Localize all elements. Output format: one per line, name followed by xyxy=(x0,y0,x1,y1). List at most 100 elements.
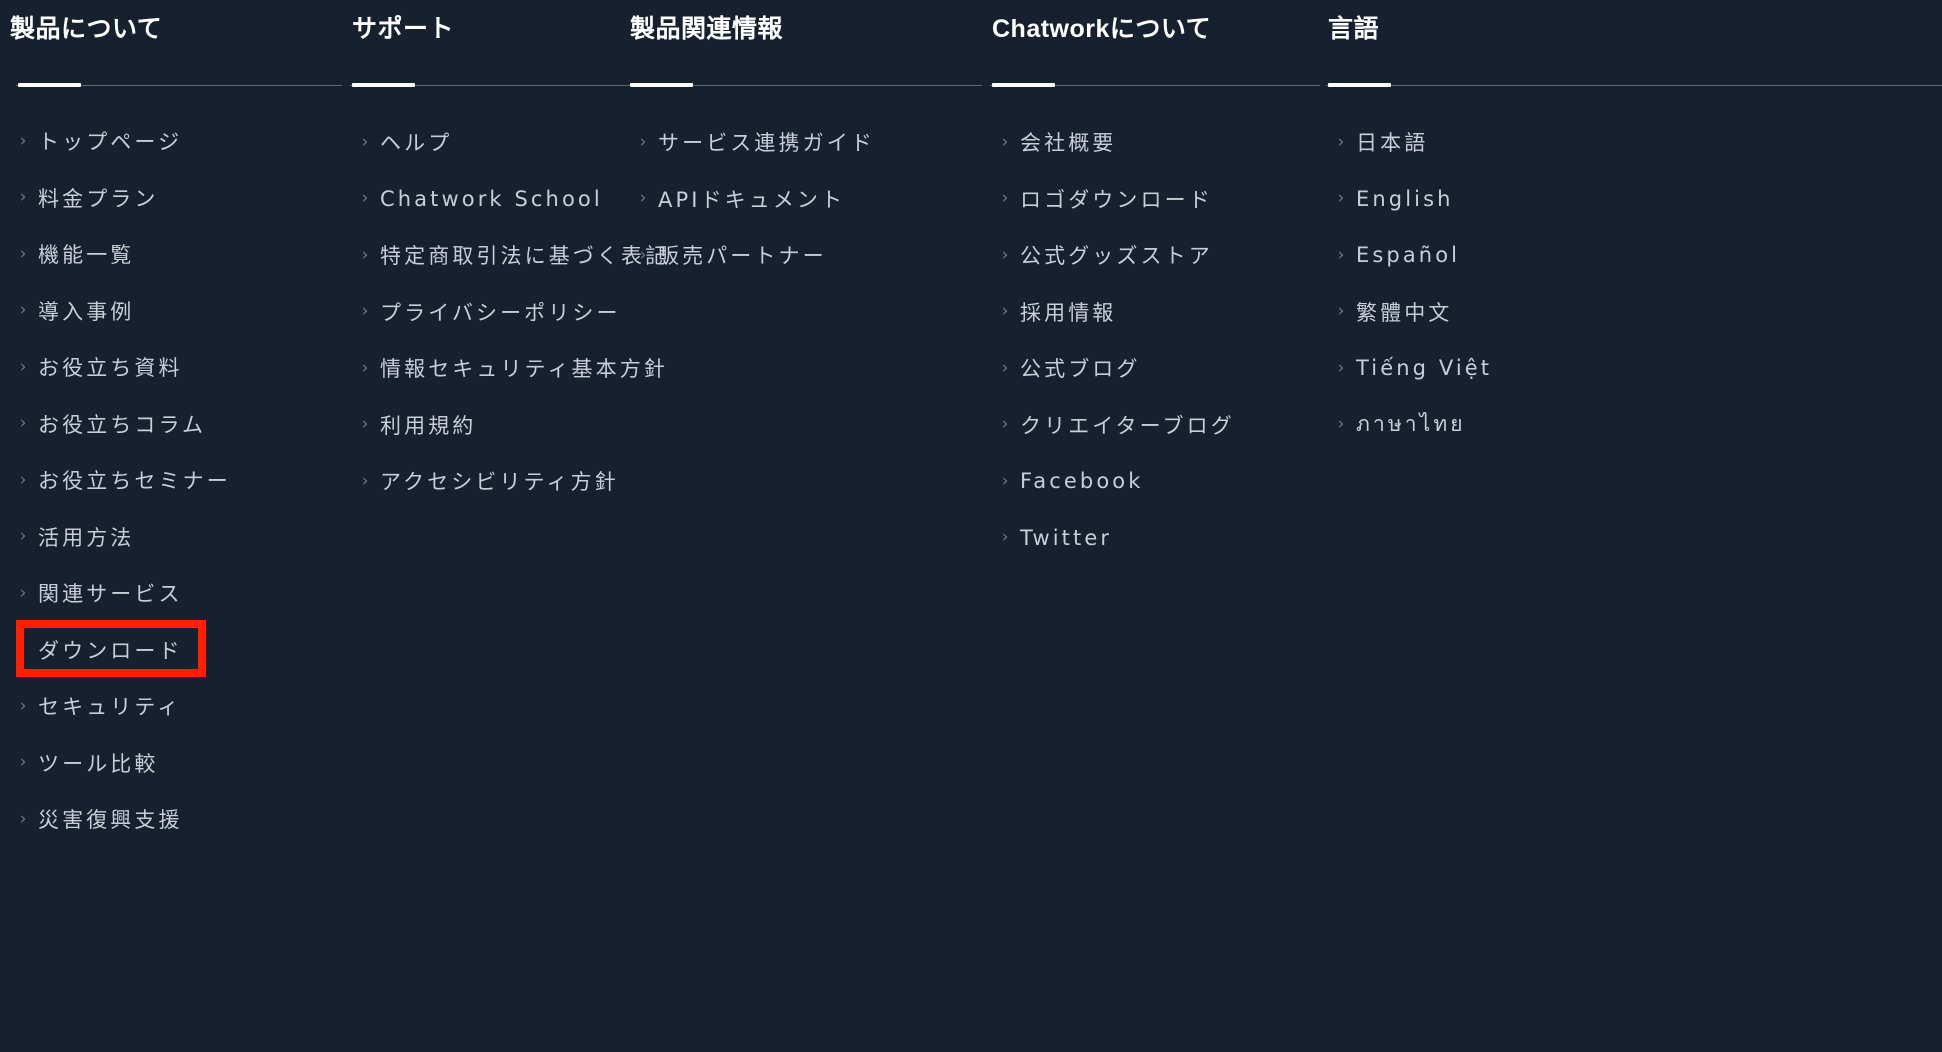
chevron-right-icon: › xyxy=(1001,188,1009,209)
chevron-right-icon: › xyxy=(1001,244,1009,265)
nav-column-4: 言語 › 日本語 › English › Español › 繁體中文 › Tiếng Việt › ภ… xyxy=(1318,0,1942,1052)
nav-link-label: English xyxy=(1356,186,1454,211)
nav-link-item[interactable]: › 関連サービス xyxy=(8,565,340,622)
nav-column-title: 製品について xyxy=(10,15,163,43)
nav-link-label: セキュリティ xyxy=(38,695,182,720)
chevron-right-icon: › xyxy=(19,243,27,264)
nav-link-item[interactable]: › ロゴダウンロード xyxy=(990,171,1318,228)
nav-link-item[interactable]: › お役立ち資料 xyxy=(8,339,340,396)
nav-link-label: 日本語 xyxy=(1356,131,1429,156)
nav-link-item[interactable]: › 特定商取引法に基づく表記 xyxy=(350,227,667,284)
nav-column-2: 製品関連情報 › サービス連携ガイド › APIドキュメント › 販売パートナー xyxy=(628,0,982,1052)
nav-column-header: 言語 xyxy=(1326,14,1942,87)
nav-link-item[interactable]: › Chatwork School xyxy=(350,171,628,228)
nav-link-item[interactable]: ›ダウンロード xyxy=(8,619,340,679)
nav-link-label: 情報セキュリティ基本方針 xyxy=(380,357,668,382)
nav-column-title: サポート xyxy=(352,15,455,43)
nav-link-label: 利用規約 xyxy=(380,413,477,438)
nav-link-list: › ヘルプ › Chatwork School › 特定商取引法に基づく表記 › プライバシー… xyxy=(350,114,667,510)
nav-column-header: Chatworkについて xyxy=(990,14,1320,87)
nav-link-item[interactable]: › Twitter xyxy=(990,510,1318,567)
nav-link-label: Español xyxy=(1356,243,1461,268)
nav-link-item[interactable]: › アクセシビリティ方針 xyxy=(350,453,628,510)
nav-link-item[interactable]: › 料金プラン xyxy=(8,170,340,227)
column-accent-underline xyxy=(630,83,693,87)
nav-link-item[interactable]: › 活用方法 xyxy=(8,509,340,566)
nav-column-title: 製品関連情報 xyxy=(630,15,784,43)
chevron-right-icon: › xyxy=(1337,244,1345,265)
nav-link-list: › 日本語 › English › Español › 繁體中文 › Tiếng Việt › ภาษ… xyxy=(1326,114,1748,453)
nav-link-item[interactable]: › 災害復興支援 xyxy=(8,791,340,848)
nav-link-label: 繁體中文 xyxy=(1356,300,1453,325)
chevron-right-icon: › xyxy=(639,244,647,265)
nav-link-label: 料金プラン xyxy=(38,186,159,211)
chevron-right-icon: › xyxy=(1001,357,1009,378)
nav-link-label: アクセシビリティ方針 xyxy=(380,470,619,495)
chevron-right-icon: › xyxy=(19,187,27,208)
nav-link-item[interactable]: › 機能一覧 xyxy=(8,226,340,283)
nav-link-label: Facebook xyxy=(1020,469,1144,494)
nav-link-item[interactable]: › 採用情報 xyxy=(990,284,1318,341)
chevron-right-icon: › xyxy=(19,808,27,829)
nav-link-item[interactable]: › 導入事例 xyxy=(8,283,340,340)
nav-link-list: › 会社概要 › ロゴダウンロード › 公式グッズストア › 採用情報 › 公式ブログ › クリエイタ… xyxy=(990,114,1318,566)
nav-column-1: サポート › ヘルプ › Chatwork School › 特定商取引法に基づく表記 › プラ… xyxy=(340,0,667,1052)
nav-link-item[interactable]: › 情報セキュリティ基本方針 xyxy=(350,340,665,397)
nav-link-label: ツール比較 xyxy=(38,751,159,776)
nav-link-item[interactable]: › セキュリティ xyxy=(8,678,340,735)
nav-link-label: 販売パートナー xyxy=(658,244,827,269)
chevron-right-icon: › xyxy=(1337,131,1345,152)
chevron-right-icon: › xyxy=(19,300,27,321)
nav-link-label: 会社概要 xyxy=(1020,131,1117,156)
column-accent-underline xyxy=(352,83,415,87)
nav-link-item[interactable]: › Español xyxy=(1326,227,1748,284)
nav-link-label: お役立ち資料 xyxy=(38,356,183,381)
chevron-right-icon: › xyxy=(1337,414,1345,435)
nav-link-item[interactable]: › お役立ちセミナー xyxy=(8,452,340,509)
nav-link-item[interactable]: › English xyxy=(1326,171,1748,228)
nav-link-label: ภาษาไทย xyxy=(1356,412,1466,437)
nav-link-label: 災害復興支援 xyxy=(38,808,183,833)
nav-column-title: 言語 xyxy=(1328,15,1380,43)
nav-link-item[interactable]: › ツール比較 xyxy=(8,735,340,792)
chevron-right-icon: › xyxy=(19,413,27,434)
chevron-right-icon: › xyxy=(19,469,27,490)
nav-link-label: 採用情報 xyxy=(1020,300,1117,325)
chevron-right-icon: › xyxy=(361,188,369,209)
column-accent-underline xyxy=(18,83,81,87)
nav-link-item[interactable]: › 利用規約 xyxy=(350,397,628,454)
nav-link-item[interactable]: › 公式ブログ xyxy=(990,340,1318,397)
column-accent-underline xyxy=(1328,83,1391,87)
nav-link-item[interactable]: › 繁體中文 xyxy=(1326,284,1748,341)
nav-link-item[interactable]: › 販売パートナー xyxy=(628,227,980,284)
nav-link-item[interactable]: › 日本語 xyxy=(1326,114,1748,171)
nav-link-item[interactable]: › Facebook xyxy=(990,453,1318,510)
nav-link-item[interactable]: › ヘルプ xyxy=(350,114,628,171)
nav-link-item[interactable]: › 公式グッズストア xyxy=(990,227,1318,284)
nav-link-label: ロゴダウンロード xyxy=(1020,187,1213,212)
nav-link-item[interactable]: › Tiếng Việt xyxy=(1326,340,1748,397)
chevron-right-icon: › xyxy=(361,470,369,491)
nav-link-item[interactable]: › APIドキュメント xyxy=(628,171,980,228)
nav-column-0: 製品について › トップページ › 料金プラン › 機能一覧 › 導入事例 › お役立ち資料 › お役立… xyxy=(0,0,342,1052)
chevron-right-icon: › xyxy=(361,414,369,435)
chevron-right-icon: › xyxy=(1001,301,1009,322)
nav-link-list: › サービス連携ガイド › APIドキュメント › 販売パートナー xyxy=(628,114,980,284)
nav-link-label: Chatwork School xyxy=(380,186,603,211)
nav-column-3: Chatworkについて › 会社概要 › ロゴダウンロード › 公式グッズストア › 採用情報… xyxy=(980,0,1320,1052)
chevron-right-icon: › xyxy=(1337,357,1345,378)
nav-link-label: 活用方法 xyxy=(38,525,135,550)
nav-link-label: ダウンロード xyxy=(38,638,183,663)
nav-link-item[interactable]: › サービス連携ガイド xyxy=(628,114,980,171)
footer-sitemap-nav: 製品について › トップページ › 料金プラン › 機能一覧 › 導入事例 › お役立ち資料 › お役立… xyxy=(0,0,1942,1052)
nav-link-label: プライバシーポリシー xyxy=(380,300,621,325)
nav-link-item[interactable]: › お役立ちコラム xyxy=(8,396,340,453)
nav-link-item[interactable]: › クリエイターブログ xyxy=(990,397,1318,454)
nav-link-item[interactable]: › ภาษาไทย xyxy=(1326,397,1748,454)
nav-link-item[interactable]: › プライバシーポリシー xyxy=(350,284,628,341)
chevron-right-icon: › xyxy=(361,131,369,152)
nav-link-item[interactable]: › トップページ xyxy=(8,113,340,170)
chevron-right-icon: › xyxy=(361,357,369,378)
nav-link-list: › トップページ › 料金プラン › 機能一覧 › 導入事例 › お役立ち資料 › お役立ちコラム › お… xyxy=(8,113,340,848)
nav-link-item[interactable]: › 会社概要 xyxy=(990,114,1318,171)
